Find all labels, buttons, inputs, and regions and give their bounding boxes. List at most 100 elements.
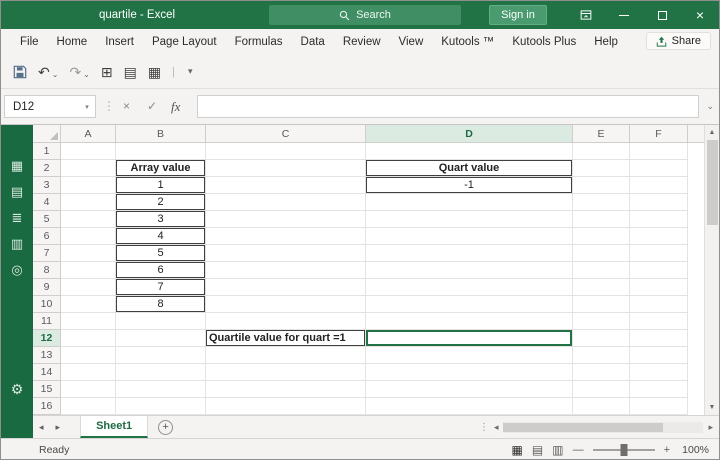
vertical-scrollbar-thumb[interactable] xyxy=(706,140,718,225)
ranges-pane-icon[interactable]: ▥ xyxy=(11,237,23,250)
cell-D12[interactable] xyxy=(366,330,573,347)
row-header-9[interactable]: 9 xyxy=(33,279,61,296)
cell-C4[interactable] xyxy=(206,194,366,211)
cell-F3[interactable] xyxy=(630,177,688,194)
cell-E6[interactable] xyxy=(573,228,630,245)
cell-E3[interactable] xyxy=(573,177,630,194)
ribbon-tab-help[interactable]: Help xyxy=(585,29,627,55)
next-sheet-icon[interactable]: ▸ xyxy=(50,422,67,433)
cell-A12[interactable] xyxy=(61,330,116,347)
cell-B5[interactable]: 3 xyxy=(116,211,206,228)
row-header-10[interactable]: 10 xyxy=(33,296,61,313)
cell-E12[interactable] xyxy=(573,330,630,347)
cell-E9[interactable] xyxy=(573,279,630,296)
cell-C9[interactable] xyxy=(206,279,366,296)
cell-D16[interactable] xyxy=(366,398,573,415)
cell-A10[interactable] xyxy=(61,296,116,313)
qat-grid-button[interactable]: ▦ xyxy=(144,62,165,82)
row-header-16[interactable]: 16 xyxy=(33,398,61,415)
minimize-button[interactable] xyxy=(605,1,643,29)
add-sheet-button[interactable]: + xyxy=(158,419,174,435)
ribbon-display-options-button[interactable] xyxy=(567,1,605,29)
row-header-2[interactable]: 2 xyxy=(33,160,61,177)
horizontal-scrollbar-thumb[interactable] xyxy=(503,423,664,432)
cell-D5[interactable] xyxy=(366,211,573,228)
cell-C15[interactable] xyxy=(206,381,366,398)
cell-D2[interactable]: Quart value xyxy=(366,160,573,177)
cell-B2[interactable]: Array value xyxy=(116,160,206,177)
cell-F12[interactable] xyxy=(630,330,688,347)
cell-D3[interactable]: -1 xyxy=(366,177,573,194)
ribbon-tab-kutools[interactable]: Kutools ™ xyxy=(432,29,503,55)
row-header-11[interactable]: 11 xyxy=(33,313,61,330)
cell-B11[interactable] xyxy=(116,313,206,330)
share-button[interactable]: Share xyxy=(645,32,711,50)
row-header-1[interactable]: 1 xyxy=(33,143,61,160)
column-header-A[interactable]: A xyxy=(61,125,116,143)
column-header-F[interactable]: F xyxy=(630,125,688,143)
cell-C1[interactable] xyxy=(206,143,366,160)
undo-button[interactable]: ↶ ⌄ xyxy=(34,62,62,82)
previous-sheet-icon[interactable]: ◂ xyxy=(33,422,50,433)
ribbon-tab-page-layout[interactable]: Page Layout xyxy=(143,29,226,55)
cell-B1[interactable] xyxy=(116,143,206,160)
ribbon-tab-view[interactable]: View xyxy=(390,29,433,55)
qat-form-button[interactable]: ▤ xyxy=(120,62,141,82)
cell-E8[interactable] xyxy=(573,262,630,279)
cell-C16[interactable] xyxy=(206,398,366,415)
cell-C12[interactable]: Quartile value for quart =1 xyxy=(206,330,366,347)
cell-C11[interactable] xyxy=(206,313,366,330)
column-header-E[interactable]: E xyxy=(573,125,630,143)
sheet-tab-sheet1[interactable]: Sheet1 xyxy=(80,416,149,438)
name-box[interactable]: D12 ▾ xyxy=(4,95,96,118)
ribbon-tab-file[interactable]: File xyxy=(11,29,48,55)
row-header-6[interactable]: 6 xyxy=(33,228,61,245)
cell-D14[interactable] xyxy=(366,364,573,381)
cell-F2[interactable] xyxy=(630,160,688,177)
cell-A1[interactable] xyxy=(61,143,116,160)
qat-table-button[interactable]: ⊞ xyxy=(97,62,117,82)
cell-A2[interactable] xyxy=(61,160,116,177)
cell-C14[interactable] xyxy=(206,364,366,381)
cell-D10[interactable] xyxy=(366,296,573,313)
cell-F10[interactable] xyxy=(630,296,688,313)
cell-C7[interactable] xyxy=(206,245,366,262)
row-header-4[interactable]: 4 xyxy=(33,194,61,211)
cell-E1[interactable] xyxy=(573,143,630,160)
cell-E15[interactable] xyxy=(573,381,630,398)
cell-F5[interactable] xyxy=(630,211,688,228)
tab-splitter-icon[interactable]: ⋮ xyxy=(479,422,489,433)
row-header-12[interactable]: 12 xyxy=(33,330,61,347)
maximize-button[interactable] xyxy=(643,1,681,29)
workbook-pane-icon[interactable]: ▦ xyxy=(11,159,23,172)
cell-F4[interactable] xyxy=(630,194,688,211)
zoom-in-icon[interactable]: + xyxy=(664,444,670,456)
cell-B3[interactable]: 1 xyxy=(116,177,206,194)
cell-E5[interactable] xyxy=(573,211,630,228)
scroll-down-icon[interactable]: ▼ xyxy=(705,400,719,415)
cell-E11[interactable] xyxy=(573,313,630,330)
cell-E4[interactable] xyxy=(573,194,630,211)
cell-D11[interactable] xyxy=(366,313,573,330)
cancel-entry-icon[interactable]: × xyxy=(123,99,130,113)
cell-B13[interactable] xyxy=(116,347,206,364)
cell-C6[interactable] xyxy=(206,228,366,245)
cell-A4[interactable] xyxy=(61,194,116,211)
redo-button[interactable]: ↷ ⌄ xyxy=(65,62,93,82)
ribbon-tab-review[interactable]: Review xyxy=(334,29,390,55)
row-header-3[interactable]: 3 xyxy=(33,177,61,194)
find-pane-icon[interactable]: ◎ xyxy=(11,263,22,276)
cell-C8[interactable] xyxy=(206,262,366,279)
cell-F14[interactable] xyxy=(630,364,688,381)
cell-F7[interactable] xyxy=(630,245,688,262)
row-header-5[interactable]: 5 xyxy=(33,211,61,228)
cell-D13[interactable] xyxy=(366,347,573,364)
cell-F8[interactable] xyxy=(630,262,688,279)
cell-D1[interactable] xyxy=(366,143,573,160)
zoom-slider-thumb[interactable] xyxy=(620,444,628,456)
scroll-left-icon[interactable]: ◂ xyxy=(492,422,501,433)
cell-F15[interactable] xyxy=(630,381,688,398)
expand-formula-bar-icon[interactable]: ⌄ xyxy=(706,101,714,112)
cell-D7[interactable] xyxy=(366,245,573,262)
cell-C2[interactable] xyxy=(206,160,366,177)
